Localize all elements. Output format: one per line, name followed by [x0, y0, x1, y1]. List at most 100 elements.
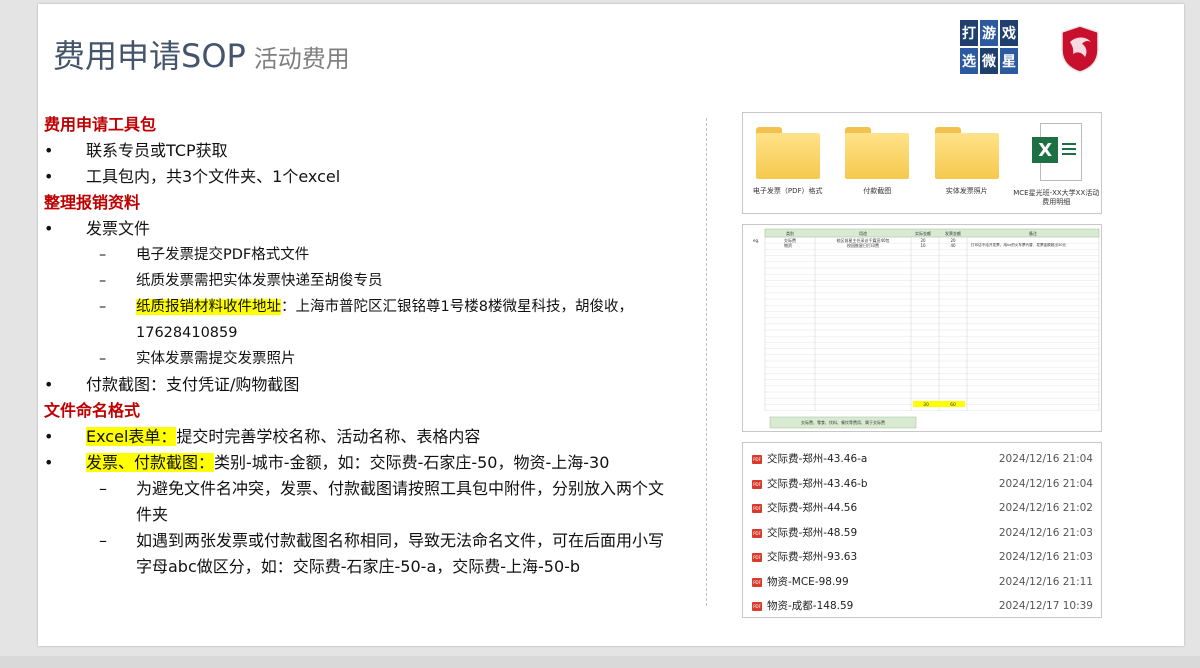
- file-row[interactable]: PDF 交际费-郑州-93.63 2024/12/16 21:03: [743, 545, 1101, 570]
- file-row[interactable]: PDF 交际费-郑州-48.59 2024/12/16 21:03: [743, 521, 1101, 546]
- table-cell: 10: [920, 243, 926, 248]
- section-heading: 文件命名格式: [44, 401, 141, 420]
- logo-char: 星: [1000, 48, 1018, 74]
- pdf-icon: PDF: [752, 528, 762, 538]
- file-date: 2024/12/16 21:03: [998, 526, 1093, 539]
- subtitle-text: 活动费用: [253, 45, 350, 73]
- sub-list-item: – 实体发票需提交发票照片: [99, 351, 296, 367]
- pdf-icon: PDF: [752, 455, 762, 464]
- folder-label: 实体发票照片: [945, 187, 988, 195]
- highlight-text: Excel表单：: [86, 427, 177, 446]
- file-row[interactable]: PDF 交际费-郑州-44.56 2024/12/16 21:02: [743, 496, 1101, 521]
- logo-char: 选: [960, 48, 978, 74]
- folder-icon: [845, 127, 910, 179]
- header-row-background: [764, 228, 1100, 238]
- sub-list-item: – 纸质发票需把实体发票快递至胡俊专员: [99, 273, 383, 289]
- header-cell: 发票金额: [945, 230, 961, 236]
- total-invoice: 60: [950, 402, 956, 408]
- folder-item[interactable]: 电子发票（PDF）格式: [744, 121, 832, 207]
- pdf-icon: PDF: [752, 602, 762, 611]
- spreadsheet-preview: 类别 用途 实际金额 发票金额 备注 eg. 交际费 校区前星主任采访千篇宣40…: [742, 224, 1102, 432]
- folder-item[interactable]: 付款截图: [833, 121, 921, 207]
- pdf-icon: PDF: [752, 577, 762, 587]
- excel-file-label: MCE星光班-XX大学XX活动费用明细: [1013, 189, 1100, 206]
- list-item: • Excel表单：提交时完善学校名称、活动名称、表格内容: [44, 427, 481, 446]
- title-text: 费用申请SOP: [53, 37, 246, 75]
- list-item-text: 实体发票需提交发票照片: [136, 351, 296, 367]
- file-row[interactable]: PDF 物资-MCE-98.99 2024/12/16 21:11: [743, 570, 1101, 595]
- list-item-text: 工具包内，共3个文件夹、1个excel: [86, 167, 341, 186]
- logo-char: 微: [980, 48, 998, 74]
- excel-icon: X: [1032, 123, 1083, 181]
- file-date: 2024/12/16 21:04: [998, 477, 1093, 490]
- grid-lines: [764, 229, 1100, 411]
- pdf-icon: PDF: [752, 504, 762, 513]
- list-item: • 付款截图：支付凭证/购物截图: [44, 375, 300, 394]
- total-actual: 30: [923, 402, 929, 408]
- dragon-shield-icon: [1061, 25, 1099, 73]
- file-name: 交际费-郑州-93.63: [767, 551, 858, 563]
- folder-label: 电子发票（PDF）格式: [752, 187, 823, 195]
- list-item: • 发票、付款截图：类别-城市-金额，如：交际费-石家庄-50，物资-上海-30: [44, 453, 610, 472]
- highlight-text: 发票、付款截图：: [86, 453, 215, 472]
- table-cell: 40: [950, 243, 956, 248]
- section-heading: 费用申请工具包: [44, 115, 157, 134]
- toolkit-files-panel: 电子发票（PDF）格式 付款截图 实体发票照片 X MCE星光班-XX大学XX活…: [742, 112, 1102, 214]
- logo-char: 打: [960, 20, 978, 46]
- list-item-text: 如遇到两张发票或付款截图名称相同，导致无法命名文件，可在后面用小写字母abc做区…: [136, 531, 665, 576]
- list-item-text: 付款截图：支付凭证/购物截图: [86, 375, 300, 394]
- folder-item[interactable]: 实体发票照片: [923, 121, 1011, 207]
- header-cell: 实际金额: [915, 230, 931, 236]
- file-date: 2024/12/16 21:02: [998, 502, 1093, 514]
- logo-char: 游: [980, 20, 998, 46]
- file-row[interactable]: PDF 物资-成都-148.59 2024/12/17 10:39: [743, 594, 1101, 619]
- file-name: 物资-MCE-98.99: [767, 575, 849, 588]
- row-label: eg.: [753, 238, 759, 243]
- file-list-panel: PDF 交际费-郑州-43.46-a 2024/12/16 21:04 PDF 交际费…: [742, 442, 1102, 618]
- list-item-text: 类别-城市-金额，如：交际费-石家庄-50，物资-上海-30: [214, 453, 610, 472]
- main-content: 费用申请工具包 • 联系专员或TCP获取 • 工具包内，共3个文件夹、1个excel…: [44, 112, 684, 580]
- list-item-text: 提交时完善学校名称、活动名称、表格内容: [176, 427, 481, 446]
- list-item-text: 联系专员或TCP获取: [86, 141, 228, 160]
- table-cell: 打印店不给开发票，用xx的火车票代替，发票金额超出30元: [971, 242, 1066, 247]
- sub-list-item: – 为避免文件名冲突，发票、付款截图请按照工具包中附件，分别放入两个文件夹: [99, 479, 665, 524]
- header-cell: 备注: [1029, 230, 1037, 236]
- list-item-text: 纸质发票需把实体发票快递至胡俊专员: [136, 273, 383, 289]
- folder-icon: [755, 127, 820, 179]
- bottom-bar: [0, 656, 1200, 668]
- logo-char: 戏: [1000, 20, 1018, 46]
- list-item-text: 电子发票提交PDF格式文件: [136, 247, 310, 263]
- highlight-text: 纸质报销材料收件地址: [136, 299, 281, 315]
- table-cell: 校园推星日打印费: [847, 242, 879, 248]
- list-item: • 工具包内，共3个文件夹、1个excel: [44, 167, 341, 186]
- folder-label: 付款截图: [863, 187, 892, 195]
- file-date: 2024/12/17 10:39: [998, 600, 1093, 612]
- game-logo: 打 游 戏 选 微 星: [960, 20, 1020, 78]
- file-name: 物资-成都-148.59: [767, 600, 854, 612]
- list-item: • 联系专员或TCP获取: [44, 141, 228, 160]
- file-date: 2024/12/16 21:03: [998, 551, 1093, 563]
- folder-icon: [934, 127, 999, 179]
- file-name: 交际费-郑州-43.46-b: [767, 477, 868, 490]
- section-heading: 整理报销资料: [44, 193, 141, 212]
- list-item-text: 为避免文件名冲突，发票、付款截图请按照工具包中附件，分别放入两个文件夹: [136, 479, 665, 524]
- divider: [706, 118, 707, 606]
- pdf-icon: PDF: [752, 553, 762, 562]
- pdf-icon: PDF: [752, 479, 762, 489]
- header-cell: 用途: [859, 230, 867, 236]
- file-row[interactable]: PDF 交际费-郑州-43.46-a 2024/12/16 21:04: [743, 447, 1101, 472]
- table-cell: 物资: [784, 242, 792, 248]
- excel-file-item[interactable]: X MCE星光班-XX大学XX活动费用明细: [1012, 121, 1100, 207]
- sub-list-item: – 如遇到两张发票或付款截图名称相同，导致无法命名文件，可在后面用小写字母abc做…: [99, 531, 665, 576]
- header-cell: 类别: [786, 230, 794, 236]
- file-row[interactable]: PDF 交际费-郑州-43.46-b 2024/12/16 21:04: [743, 472, 1101, 497]
- file-name: 交际费-郑州-48.59: [767, 526, 858, 539]
- footer-note: 交际费、零食、饮料、餐饮等费用、属于交际费: [801, 419, 885, 425]
- list-item-text: 发票文件: [86, 219, 151, 238]
- page-title: 费用申请SOP 活动费用: [53, 34, 350, 81]
- spreadsheet-grid: 类别 用途 实际金额 发票金额 备注 eg. 交际费 校区前星主任采访千篇宣40…: [753, 228, 1100, 429]
- file-date: 2024/12/16 21:11: [998, 575, 1093, 588]
- file-name: 交际费-郑州-43.46-a: [767, 453, 868, 465]
- sub-list-item: – 纸质报销材料收件地址：上海市普陀区汇银铭尊1号楼8楼微星科技，胡俊收，1762…: [99, 299, 633, 341]
- sub-list-item: – 电子发票提交PDF格式文件: [99, 247, 310, 263]
